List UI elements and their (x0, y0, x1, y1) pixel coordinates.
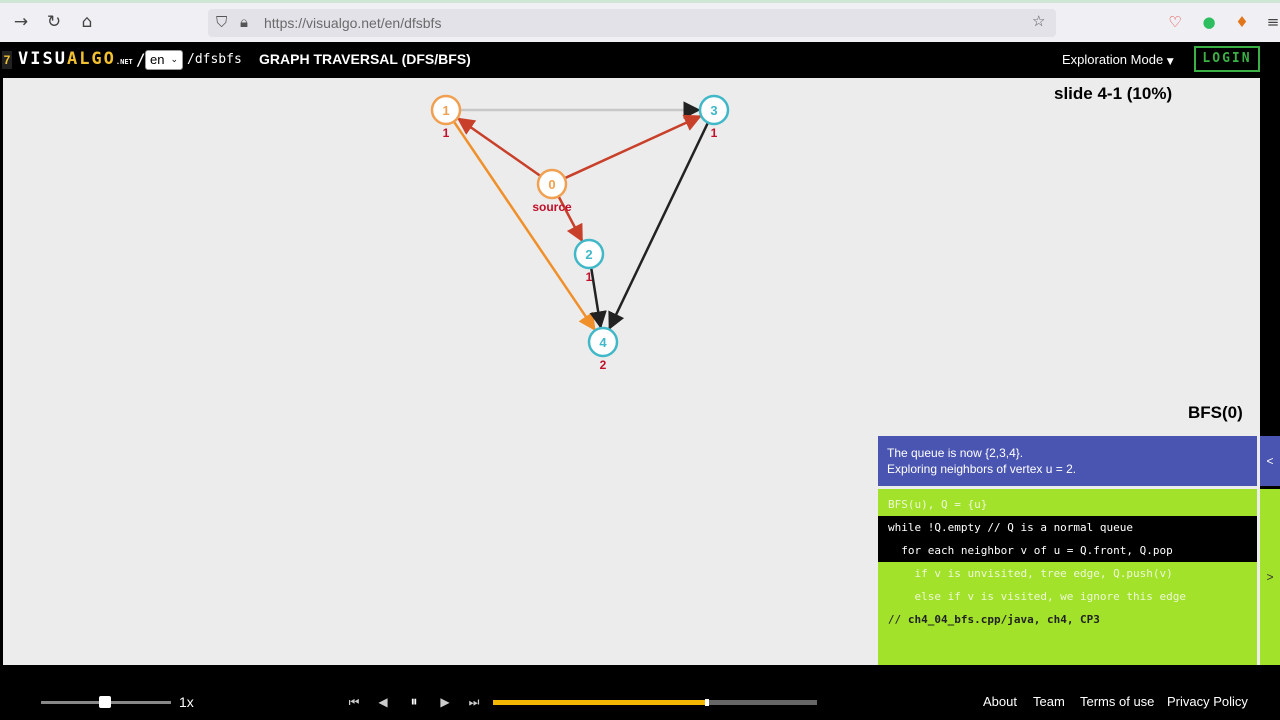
lock-icon[interactable]: 🔒︎ (240, 13, 248, 31)
status-line: The queue is now {2,3,4}. (887, 446, 1024, 460)
comment-prefix: // (888, 613, 908, 626)
logo-badge: 7 (2, 51, 12, 69)
home-icon[interactable]: ⌂ (77, 12, 97, 32)
progress-fill (493, 700, 707, 705)
vertex-label-3: 3 (710, 103, 717, 118)
status-toggle-tab[interactable]: < (1260, 436, 1280, 486)
chevron-down-icon: ⌄ (170, 55, 178, 65)
back-arrow-icon[interactable]: → (11, 12, 31, 32)
edge-2-4[interactable] (589, 267, 607, 329)
code-line: if v is unvisited, tree edge, Q.push(v) (888, 567, 1173, 580)
vertex-distance-0: source (532, 200, 572, 214)
vertex-label-2: 2 (585, 247, 592, 262)
code-line-highlighted: for each neighbor v of u = Q.front, Q.po… (878, 539, 1257, 562)
language-select[interactable]: en ⌄ (145, 50, 183, 70)
vertex-distance-3: 1 (711, 126, 718, 140)
status-panel: The queue is now {2,3,4}. Exploring neig… (878, 436, 1257, 486)
pocket-icon[interactable]: ♡ (1166, 13, 1184, 31)
reload-icon[interactable]: ↻ (44, 12, 64, 32)
vertex-label-4: 4 (599, 335, 607, 350)
page-title: GRAPH TRAVERSAL (DFS/BFS) (259, 51, 471, 67)
login-button[interactable]: LOGIN (1194, 46, 1260, 72)
evernote-icon[interactable]: ● (1200, 13, 1218, 31)
metamask-icon[interactable]: ♦ (1233, 13, 1251, 31)
progress-slider[interactable] (493, 699, 817, 706)
code-line: BFS(u), Q = {u} (888, 498, 988, 511)
skip-start-icon[interactable]: ⏮ (346, 694, 362, 710)
code-line: else if v is visited, we ignore this edg… (888, 590, 1187, 603)
progress-handle[interactable] (704, 699, 709, 706)
vertex-distance-4: 2 (600, 358, 607, 372)
vertex-label-0: 0 (548, 177, 555, 192)
logo-suffix: .NET (115, 58, 133, 66)
logo-accent: ALGO (66, 49, 116, 69)
page-path: /dfsbfs (187, 52, 242, 67)
pause-icon[interactable]: ⏸ (406, 694, 422, 710)
url-text[interactable]: https://visualgo.net/en/dfsbfs (264, 15, 441, 31)
edge-0-3[interactable] (564, 114, 702, 180)
code-comment: // ch4_04_bfs.cpp/java, ch4, CP3 (878, 608, 1257, 631)
visualgo-logo[interactable]: VISUALGO.NET (18, 49, 133, 69)
vertex-distance-1: 1 (443, 126, 450, 140)
url-bar[interactable]: ⛉ 🔒︎ https://visualgo.net/en/dfsbfs ☆ (208, 9, 1056, 37)
speed-label: 1x (179, 694, 194, 710)
speed-slider-handle[interactable] (99, 696, 111, 708)
vertex-distance-2: 1 (586, 270, 593, 284)
vertex-label-1: 1 (442, 103, 449, 118)
terms-link[interactable]: Terms of use (1080, 694, 1154, 709)
language-value: en (150, 52, 165, 67)
about-link[interactable]: About (983, 694, 1017, 709)
shield-icon[interactable]: ⛉ (216, 13, 227, 31)
slide-indicator: slide 4-1 (10%) (1054, 84, 1173, 103)
star-icon[interactable]: ☆ (1032, 12, 1045, 30)
code-toggle-tab[interactable]: > (1260, 489, 1280, 665)
app-header: 7 VISUALGO.NET / en ⌄ /dfsbfs GRAPH TRAVE… (0, 42, 1280, 78)
pseudocode-panel: BFS(u), Q = {u} while !Q.empty // Q is a… (878, 489, 1257, 665)
menu-icon[interactable]: ≡ (1264, 13, 1280, 31)
exploration-mode-dropdown[interactable]: Exploration Mode ▼ (1062, 52, 1174, 67)
step-forward-icon[interactable]: ▶ (437, 694, 453, 710)
code-line-highlighted: while !Q.empty // Q is a normal queue (878, 516, 1257, 539)
privacy-link[interactable]: Privacy Policy (1167, 694, 1248, 709)
algorithm-title: BFS(0) (1188, 403, 1243, 422)
comment-source: ch4_04_bfs.cpp/java, ch4, CP3 (907, 613, 1100, 626)
skip-end-icon[interactable]: ⏭ (466, 694, 482, 710)
mode-label: Exploration Mode (1062, 52, 1164, 67)
edge-3-4[interactable] (608, 122, 710, 331)
step-back-icon[interactable]: ◀ (375, 694, 391, 710)
team-link[interactable]: Team (1033, 694, 1065, 709)
logo-pre: VISU (18, 49, 67, 69)
chevron-down-icon: ▼ (1166, 57, 1174, 67)
browser-toolbar: → ↻ ⌂ ⛉ 🔒︎ https://visualgo.net/en/dfsbf… (0, 0, 1280, 42)
status-line: Exploring neighbors of vertex u = 2. (887, 462, 1077, 476)
